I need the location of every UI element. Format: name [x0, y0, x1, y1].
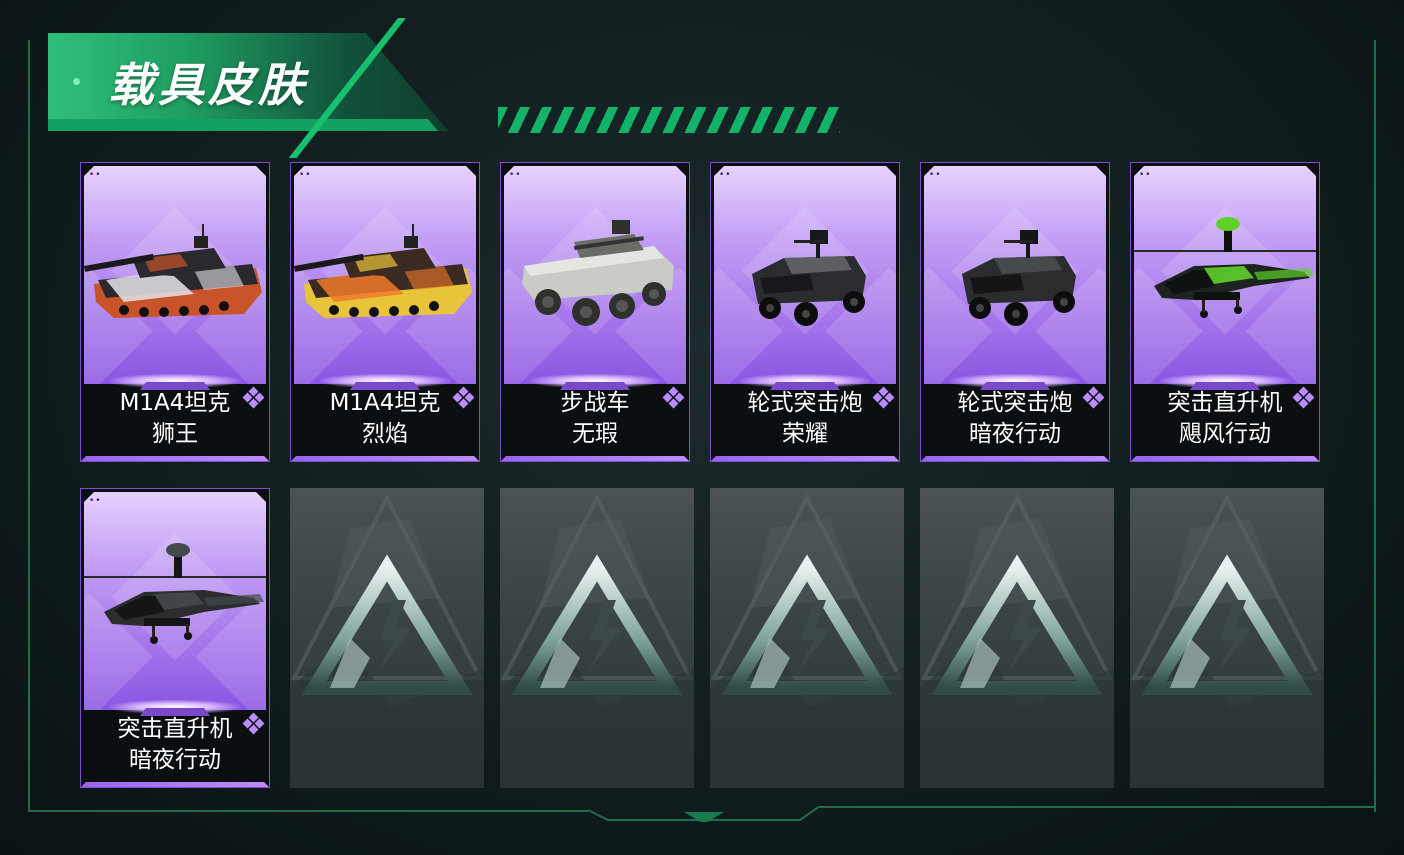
locked-logo-icon: [290, 493, 484, 788]
card-corner-dots-icon: ••: [1139, 170, 1152, 180]
skin-variant-name: 烈焰: [362, 421, 408, 447]
frame-bottom-line: [28, 810, 588, 812]
frame-notch-decoration: [588, 806, 820, 822]
assault-car-image: [752, 230, 866, 326]
vehicle-name: M1A4坦克: [119, 390, 231, 416]
vehicle-skins-panel: 载具皮肤 •• M1A4坦克 狮王 •• M1A4坦克 烈焰 •• 步战车 无瑕…: [0, 0, 1404, 855]
card-corner-dots-icon: ••: [89, 496, 102, 506]
header-bullet-icon: [73, 78, 80, 85]
card-bottom-bar: [80, 456, 270, 462]
skin-label: 突击直升机 暗夜行动: [80, 714, 270, 780]
locked-logo-icon: [500, 493, 694, 788]
locked-skin-slot: [1130, 488, 1324, 788]
vehicle-name: 轮式突击炮: [957, 390, 1073, 416]
skin-card[interactable]: •• 轮式突击炮 荣耀: [710, 162, 900, 462]
card-bottom-bar: [710, 456, 900, 462]
locked-skin-slot: [290, 488, 484, 788]
vehicle-name: 轮式突击炮: [747, 390, 863, 416]
card-bottom-bar: [1130, 456, 1320, 462]
section-header: 载具皮肤: [48, 33, 448, 131]
card-bottom-bar: [80, 782, 270, 788]
vehicle-name: 步战车: [560, 390, 630, 416]
skin-card-art: [714, 166, 896, 384]
card-corner-dots-icon: ••: [89, 170, 102, 180]
locked-skin-slot: [500, 488, 694, 788]
ifv-image: [522, 220, 674, 326]
locked-logo-icon: [920, 493, 1114, 788]
locked-logo-icon: [1130, 493, 1324, 788]
skin-card-art: [84, 166, 266, 384]
helicopter-image: [1134, 217, 1316, 318]
helicopter-image: [84, 543, 266, 644]
skin-card-art: [924, 166, 1106, 384]
skin-label: 轮式突击炮 荣耀: [710, 388, 900, 454]
frame-right-line: [1374, 40, 1376, 812]
page-title: 载具皮肤: [108, 58, 308, 112]
skin-variant-name: 飓风行动: [1179, 421, 1271, 447]
card-bottom-bar: [920, 456, 1110, 462]
card-corner-dots-icon: ••: [509, 170, 522, 180]
skin-card[interactable]: •• 突击直升机 飓风行动: [1130, 162, 1320, 462]
skin-card[interactable]: •• M1A4坦克 烈焰: [290, 162, 480, 462]
skin-label: 步战车 无瑕: [500, 388, 690, 454]
skin-card[interactable]: •• M1A4坦克 狮王: [80, 162, 270, 462]
tank-image: [294, 224, 472, 318]
skin-card[interactable]: •• 步战车 无瑕: [500, 162, 690, 462]
frame-bottom-line: [820, 806, 1376, 808]
locked-logo-icon: [710, 493, 904, 788]
skin-card-art: [84, 492, 266, 710]
skin-card-art: [504, 166, 686, 384]
skin-card-art: [294, 166, 476, 384]
card-corner-dots-icon: ••: [929, 170, 942, 180]
skin-variant-name: 荣耀: [782, 421, 828, 447]
skin-label: M1A4坦克 烈焰: [290, 388, 480, 454]
vehicle-name: M1A4坦克: [329, 390, 441, 416]
card-corner-dots-icon: ••: [299, 170, 312, 180]
card-bottom-bar: [290, 456, 480, 462]
skin-variant-name: 狮王: [152, 421, 198, 447]
assault-car-image: [962, 230, 1076, 326]
skin-card[interactable]: •• 轮式突击炮 暗夜行动: [920, 162, 1110, 462]
skin-variant-name: 无瑕: [572, 421, 618, 447]
tank-image: [84, 224, 262, 318]
vehicle-name: 突击直升机: [117, 716, 233, 742]
locked-skin-slot: [920, 488, 1114, 788]
skin-card-art: [1134, 166, 1316, 384]
header-stripes-decoration: [498, 107, 840, 133]
locked-skin-slot: [710, 488, 904, 788]
skin-card[interactable]: •• 突击直升机 暗夜行动: [80, 488, 270, 788]
skin-variant-name: 暗夜行动: [129, 747, 221, 773]
skin-label: 突击直升机 飓风行动: [1130, 388, 1320, 454]
card-corner-dots-icon: ••: [719, 170, 732, 180]
card-bottom-bar: [500, 456, 690, 462]
header-underline: [48, 119, 438, 131]
frame-left-line: [28, 40, 30, 812]
skin-label: 轮式突击炮 暗夜行动: [920, 388, 1110, 454]
vehicle-name: 突击直升机: [1167, 390, 1283, 416]
skin-label: M1A4坦克 狮王: [80, 388, 270, 454]
skin-variant-name: 暗夜行动: [969, 421, 1061, 447]
